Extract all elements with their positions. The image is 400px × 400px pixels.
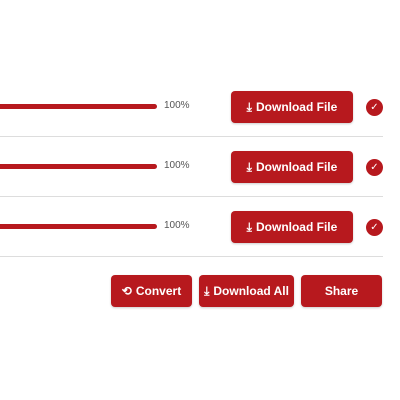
download-icon: ⤓ xyxy=(246,99,252,114)
progress-bar xyxy=(0,104,157,109)
progress-percent: 100% xyxy=(164,100,190,111)
divider xyxy=(0,196,383,197)
progress-bar xyxy=(0,224,157,229)
download-icon: ⤓ xyxy=(246,219,252,234)
share-button[interactable]: Share xyxy=(301,275,382,307)
download-icon: ⤓ xyxy=(204,283,210,298)
download-file-button[interactable]: ⤓ Download File xyxy=(231,151,353,183)
progress-bar xyxy=(0,164,157,169)
progress-percent: 100% xyxy=(164,160,190,171)
file-row: 100% ⤓ Download File ✓ xyxy=(0,91,383,152)
check-icon: ✓ xyxy=(366,99,383,116)
download-file-button[interactable]: ⤓ Download File xyxy=(231,91,353,123)
convert-button[interactable]: ⟲ Convert xyxy=(111,275,192,307)
progress-percent: 100% xyxy=(164,220,190,231)
download-file-button[interactable]: ⤓ Download File xyxy=(231,211,353,243)
divider xyxy=(0,256,383,257)
convert-icon: ⟲ xyxy=(121,284,132,298)
divider xyxy=(0,136,383,137)
download-all-button[interactable]: ⤓ Download All xyxy=(199,275,294,307)
file-row: 100% ⤓ Download File ✓ xyxy=(0,151,383,212)
download-icon: ⤓ xyxy=(246,159,252,174)
file-row: 100% ⤓ Download File ✓ xyxy=(0,211,383,272)
check-icon: ✓ xyxy=(366,159,383,176)
check-icon: ✓ xyxy=(366,219,383,236)
